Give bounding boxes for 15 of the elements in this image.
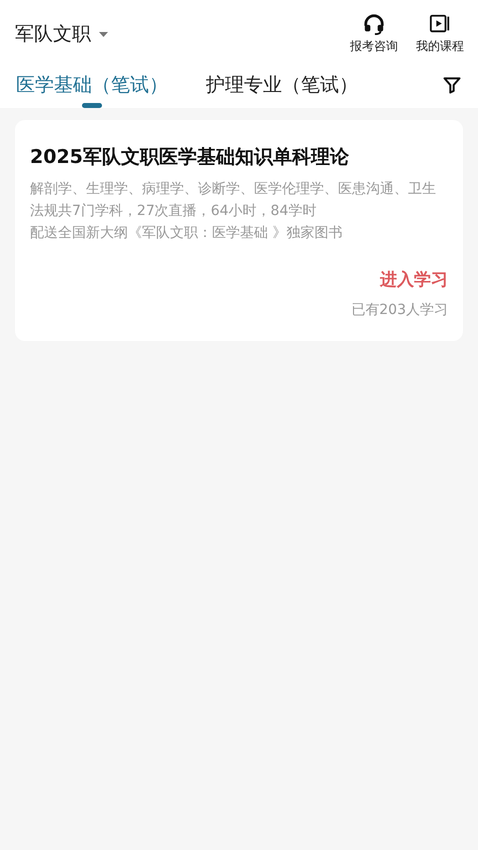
course-title: 2025军队文职医学基础知识单科理论 bbox=[30, 145, 350, 170]
header-action-button[interactable]: 报考咨询 bbox=[350, 13, 398, 55]
caret-icon bbox=[99, 32, 108, 36]
course-description: 配送全国新大纲《军队文职：医学基础 》独家图书 bbox=[30, 224, 344, 243]
filter-icon bbox=[442, 75, 462, 95]
start-learning-link[interactable]: 进入学习 bbox=[380, 268, 448, 291]
category-dropdown[interactable]: 军队文职 bbox=[15, 21, 108, 47]
learner-count: 已有203人学习 bbox=[351, 301, 448, 319]
video-play-icon bbox=[429, 13, 451, 35]
tab[interactable]: 医学基础（笔试） bbox=[16, 72, 168, 110]
tab-indicator bbox=[82, 103, 102, 108]
header-action-button[interactable]: 我的课程 bbox=[416, 13, 464, 55]
headset-icon bbox=[363, 13, 385, 35]
tab[interactable]: 护理专业（笔试） bbox=[206, 72, 358, 110]
course-description: 解剖学、生理学、病理学、诊断学、医学伦理学、医患沟通、卫生法规共7门学科，27次直播，64小时，84学时 bbox=[30, 180, 437, 221]
